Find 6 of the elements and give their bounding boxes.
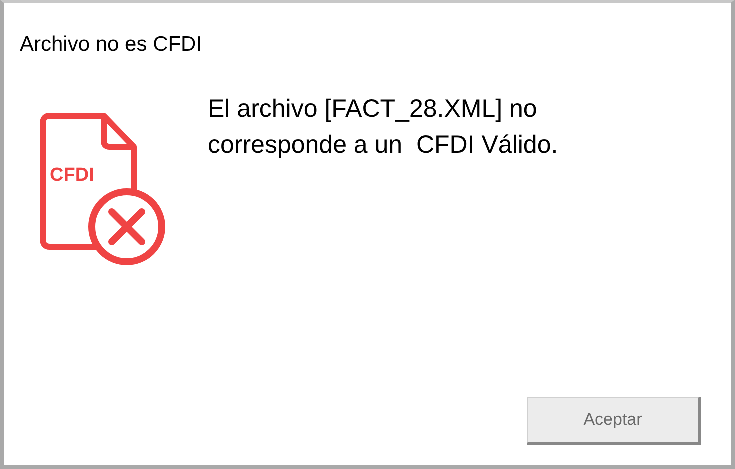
document-icon — [40, 113, 137, 250]
window-title: Archivo no es CFDI — [20, 33, 204, 57]
error-icon — [88, 188, 166, 266]
icon-label: CFDI — [50, 165, 94, 186]
accept-button[interactable]: Aceptar — [527, 397, 701, 445]
error-message: El archivo [FACT_28.XML] no corresponde a un CFDI Válido. — [208, 94, 560, 161]
